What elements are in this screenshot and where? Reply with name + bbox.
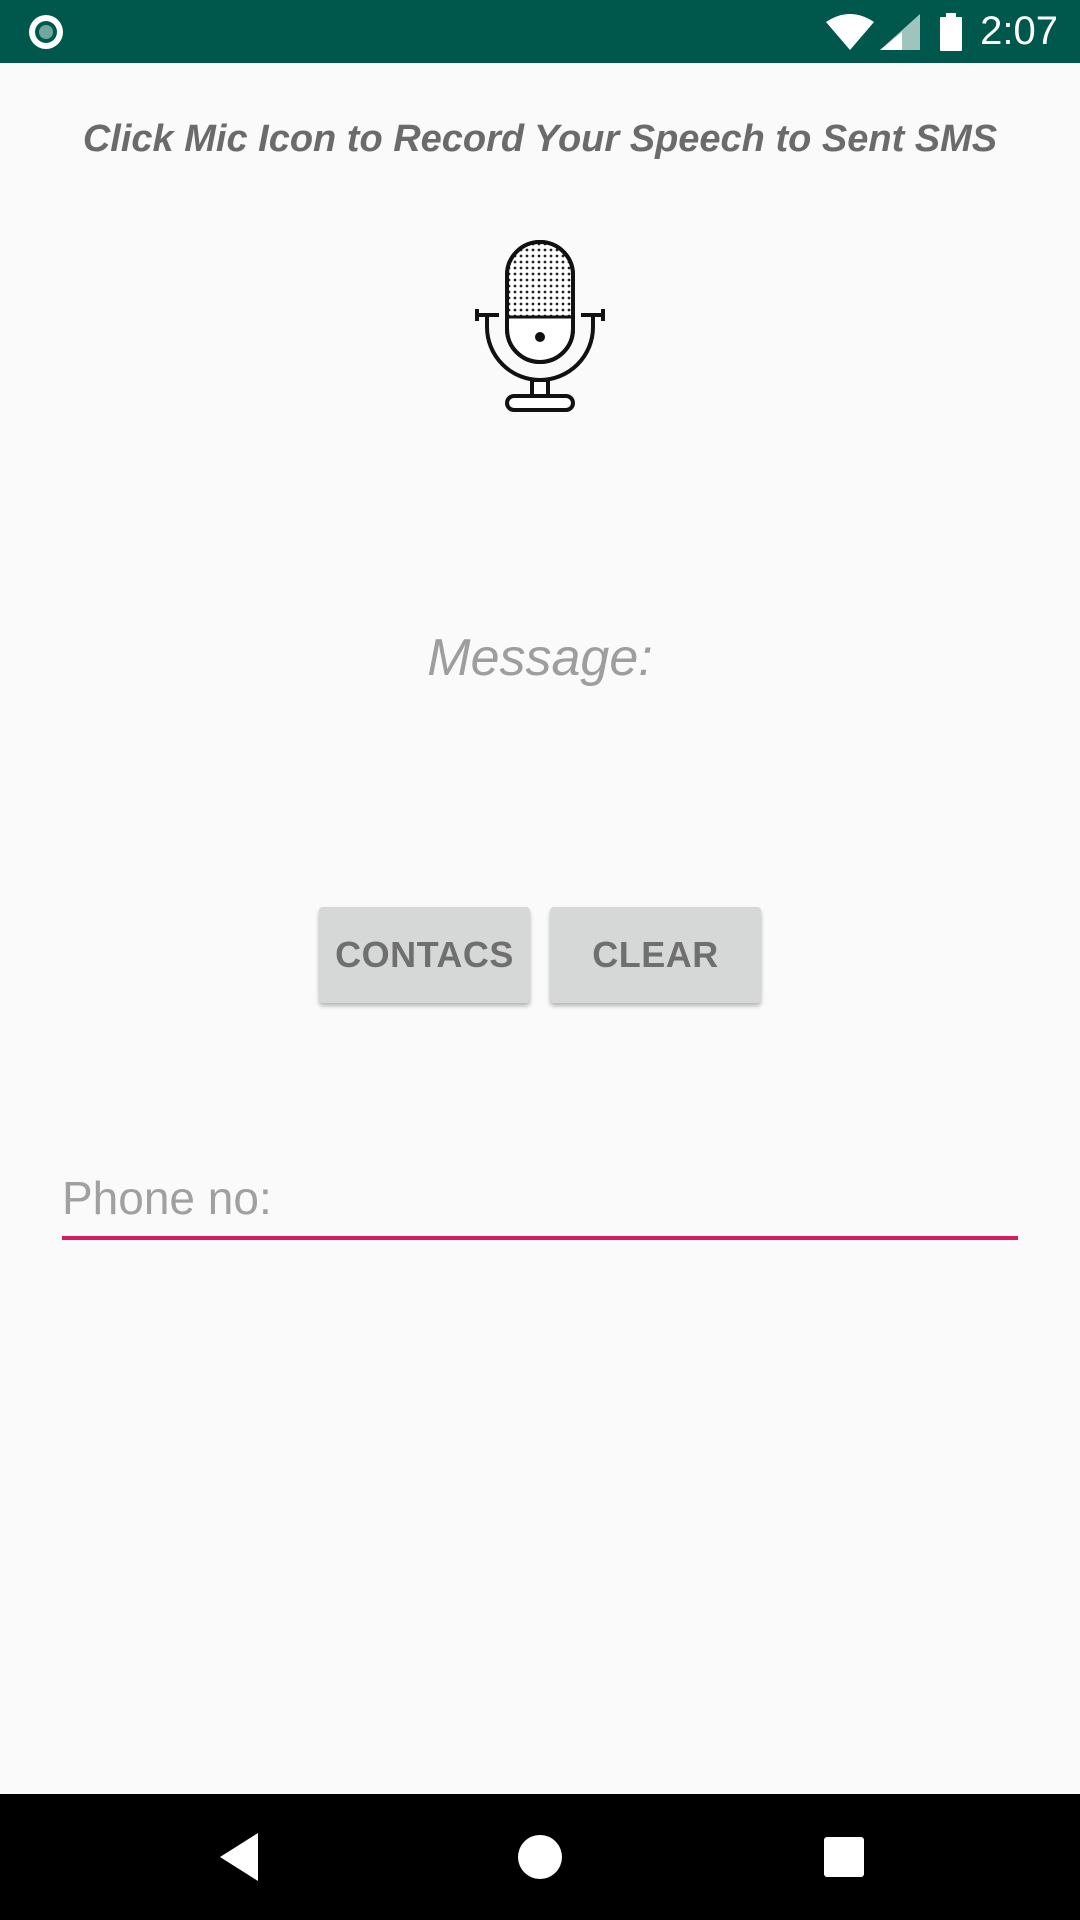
app-screen: 2:07 Click Mic Icon to Record Your Speec… [0, 0, 1080, 1920]
status-bar: 2:07 [0, 0, 1080, 63]
mic-button[interactable] [470, 235, 610, 415]
microphone-icon [475, 240, 605, 412]
wifi-icon [826, 13, 875, 50]
notification-icon [29, 15, 63, 49]
battery-icon [940, 12, 963, 51]
status-icons: 2:07 [826, 0, 1058, 63]
clear-button[interactable]: CLEAR [550, 907, 761, 1003]
signal-icon [880, 13, 921, 50]
contacts-button[interactable]: CONTACS [319, 907, 530, 1003]
phone-number-input[interactable] [62, 1160, 1018, 1240]
status-time: 2:07 [980, 9, 1058, 53]
message-text: Message: [427, 629, 653, 687]
instruction-text: Click Mic Icon to Record Your Speech to … [82, 118, 998, 160]
navigation-bar [0, 1794, 1080, 1920]
home-icon[interactable] [510, 1827, 570, 1887]
back-icon[interactable] [210, 1827, 270, 1887]
recents-icon[interactable] [814, 1827, 874, 1887]
